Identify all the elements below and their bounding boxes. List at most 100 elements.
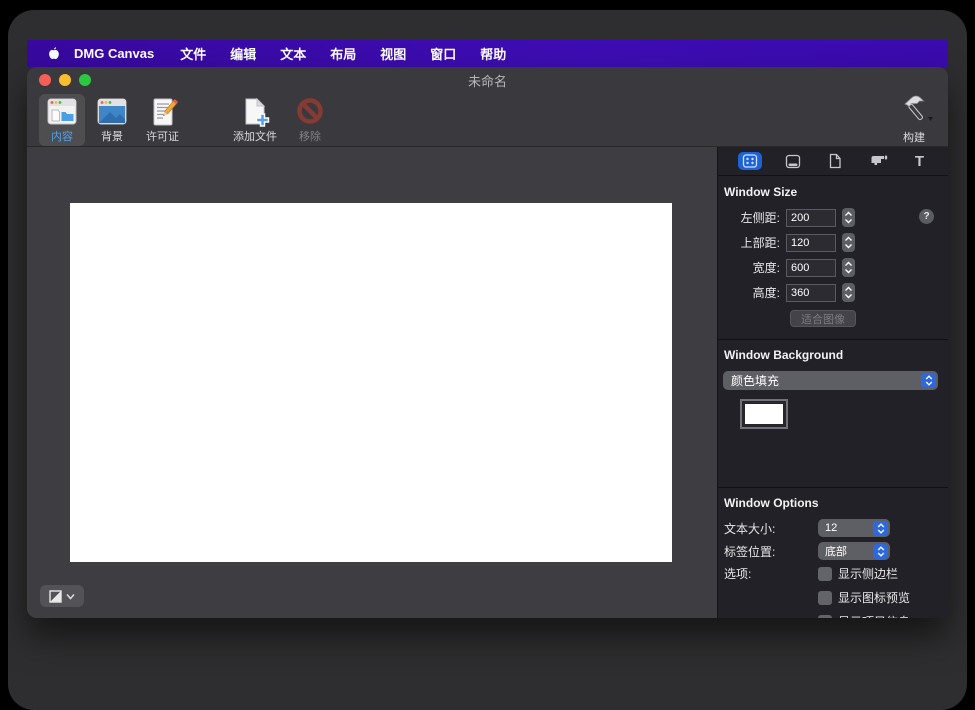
window-size-heading: Window Size <box>724 185 948 199</box>
toolbar: 内容 背景 <box>27 93 948 147</box>
menu-item-text[interactable]: 文本 <box>268 44 318 63</box>
popup-arrows-icon <box>925 375 933 386</box>
window-title: 未命名 <box>468 71 507 90</box>
label-position-row: 标签位置: 底部 <box>724 542 948 560</box>
popup-arrows-badge <box>873 521 888 536</box>
options-checkbox-list: 显示侧边栏 显示图标预览 显示项目信息 <box>818 565 910 618</box>
stepper-arrows-icon <box>844 261 853 274</box>
stepper-arrows-icon <box>844 236 853 249</box>
tab-disk-image[interactable] <box>781 152 805 171</box>
section-divider <box>718 487 948 488</box>
toolbar-item-label: 构建 <box>903 129 925 145</box>
tab-text[interactable]: T <box>911 151 928 172</box>
title-bar[interactable]: 未命名 <box>27 67 948 93</box>
caliper-icon <box>870 154 888 169</box>
app-menu-title[interactable]: DMG Canvas <box>74 46 154 61</box>
popup-arrows-icon <box>877 546 885 557</box>
options-row: 选项: 显示侧边栏 显示图标预览 显示项目信息 <box>724 565 948 618</box>
chevron-down-icon <box>66 593 75 600</box>
tab-measure[interactable] <box>866 152 892 171</box>
toolbar-item-label: 添加文件 <box>233 128 277 144</box>
top-offset-field[interactable]: 120 <box>786 234 836 252</box>
height-stepper[interactable] <box>842 283 855 302</box>
fit-image-button[interactable]: 适合图像 <box>790 310 856 327</box>
text-size-popup[interactable]: 12 <box>818 519 890 537</box>
menu-item-view[interactable]: 视图 <box>368 44 418 63</box>
menu-item-file[interactable]: 文件 <box>168 44 218 63</box>
menu-bar: DMG Canvas 文件 编辑 文本 布局 视图 窗口 帮助 <box>27 40 948 67</box>
inspector-panel: T Window Size 左侧距: 200 ? 上部距: 120 <box>717 147 948 618</box>
top-offset-row: 上部距: 120 <box>718 233 948 252</box>
inspector-tab-bar: T <box>718 147 948 176</box>
toolbar-item-background[interactable]: 背景 <box>89 94 135 146</box>
show-item-info-option: 显示项目信息 <box>818 613 910 618</box>
apple-menu[interactable] <box>45 46 60 62</box>
dmg-window-preview[interactable] <box>70 203 672 562</box>
traffic-lights <box>39 74 91 86</box>
label-position-label: 标签位置: <box>724 543 818 560</box>
background-fill-popup[interactable]: 颜色填充 <box>723 371 938 390</box>
background-fill-value: 颜色填充 <box>723 372 921 389</box>
width-stepper[interactable] <box>842 258 855 277</box>
toolbar-item-build[interactable]: 构建 <box>892 95 936 145</box>
toolbar-item-license[interactable]: 许可证 <box>139 94 186 146</box>
left-offset-field[interactable]: 200 <box>786 209 836 227</box>
toolbar-item-label: 内容 <box>51 128 73 144</box>
canvas-appearance-button[interactable] <box>40 585 84 607</box>
show-icon-preview-option: 显示图标预览 <box>818 589 910 606</box>
top-offset-label: 上部距: <box>718 234 780 251</box>
top-offset-stepper[interactable] <box>842 233 855 252</box>
tab-window-pane[interactable] <box>738 152 762 170</box>
section-divider <box>718 339 948 340</box>
license-document-icon <box>147 97 179 127</box>
width-field[interactable]: 600 <box>786 259 836 277</box>
stepper-arrows-icon <box>844 286 853 299</box>
toolbar-item-label: 背景 <box>101 128 123 144</box>
text-size-row: 文本大小: 12 <box>724 519 948 537</box>
show-item-info-label: 显示项目信息 <box>838 613 910 618</box>
minimize-button[interactable] <box>59 74 71 86</box>
left-offset-label: 左侧距: <box>718 209 780 226</box>
help-button[interactable]: ? <box>919 209 934 224</box>
app-window: 未命名 内容 背景 <box>27 67 948 618</box>
close-button[interactable] <box>39 74 51 86</box>
background-window-icon <box>96 97 128 127</box>
layout-canvas-area[interactable] <box>27 147 717 618</box>
height-field[interactable]: 360 <box>786 284 836 302</box>
label-position-popup[interactable]: 底部 <box>818 542 890 560</box>
background-color-well[interactable] <box>740 399 788 429</box>
toolbar-item-label: 移除 <box>299 128 321 144</box>
show-item-info-checkbox[interactable] <box>818 615 832 619</box>
toolbar-item-remove[interactable]: 移除 <box>288 94 332 146</box>
disk-image-icon <box>785 154 801 169</box>
show-sidebar-option: 显示侧边栏 <box>818 565 910 582</box>
build-hammer-icon <box>892 95 936 129</box>
menu-item-window[interactable]: 窗口 <box>418 44 468 63</box>
file-icon <box>828 153 842 169</box>
zoom-button[interactable] <box>79 74 91 86</box>
window-background-heading: Window Background <box>724 348 948 362</box>
menu-item-edit[interactable]: 编辑 <box>218 44 268 63</box>
menu-item-help[interactable]: 帮助 <box>468 44 518 63</box>
color-swatch <box>745 404 783 424</box>
show-sidebar-checkbox[interactable] <box>818 567 832 581</box>
left-offset-stepper[interactable] <box>842 208 855 227</box>
popup-arrows-badge <box>873 544 888 559</box>
popup-arrows-badge <box>921 373 936 388</box>
label-position-value: 底部 <box>818 543 873 559</box>
half-fill-square-icon <box>49 590 62 603</box>
toolbar-item-add-files[interactable]: 添加文件 <box>226 94 284 146</box>
toolbar-item-label: 许可证 <box>146 128 179 144</box>
window-content: T Window Size 左侧距: 200 ? 上部距: 120 <box>27 147 948 618</box>
options-label: 选项: <box>724 565 818 618</box>
tab-file[interactable] <box>824 151 846 171</box>
apple-logo-icon <box>45 46 60 62</box>
menu-item-layout[interactable]: 布局 <box>318 44 368 63</box>
show-icon-preview-checkbox[interactable] <box>818 591 832 605</box>
window-options-heading: Window Options <box>724 496 948 510</box>
text-size-label: 文本大小: <box>724 520 818 537</box>
width-label: 宽度: <box>718 259 780 276</box>
stepper-arrows-icon <box>844 211 853 224</box>
toolbar-item-content[interactable]: 内容 <box>39 94 85 146</box>
text-size-value: 12 <box>818 522 873 534</box>
